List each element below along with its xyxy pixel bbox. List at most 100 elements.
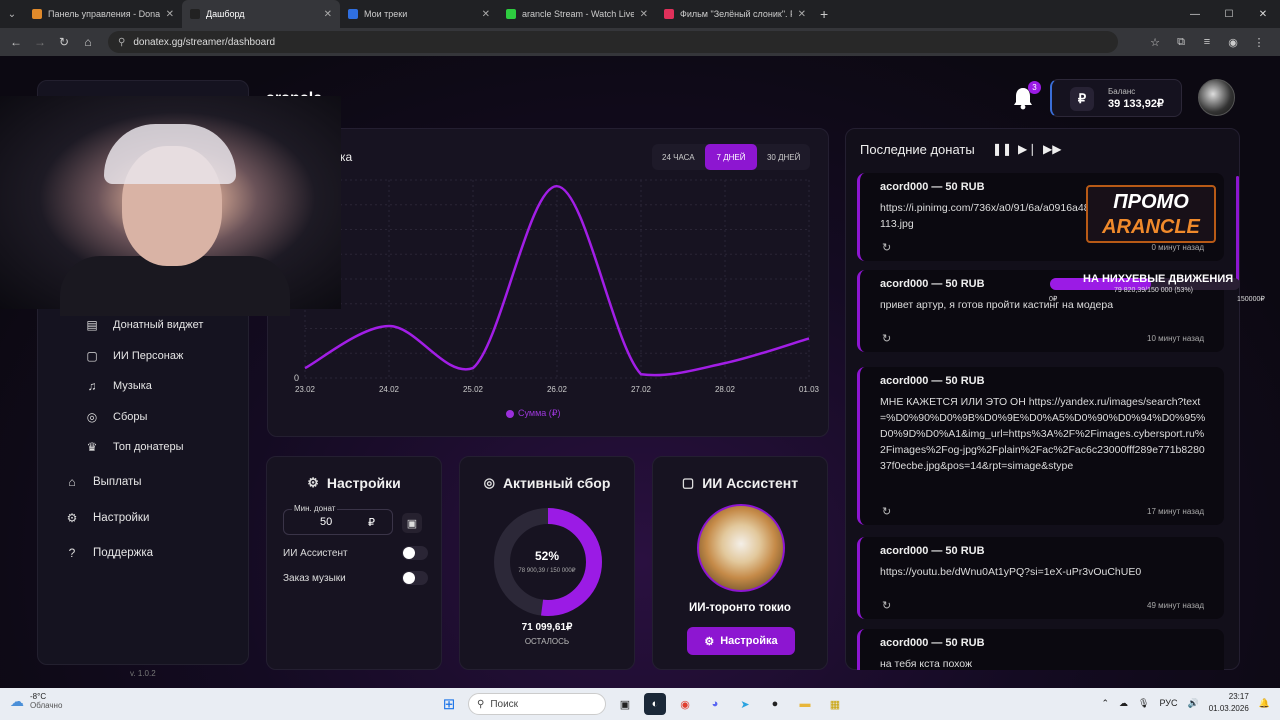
balance-value: 39 133,92₽: [1108, 98, 1164, 110]
trophy-icon: ♛: [86, 440, 98, 454]
goal-progress-text: 79 820,39/150 000 (53%): [1114, 287, 1194, 294]
folder-icon[interactable]: ▬: [794, 693, 816, 715]
telegram-icon[interactable]: ➤: [734, 693, 756, 715]
collection-remaining: 71 099,61₽: [521, 622, 573, 633]
taskview-icon[interactable]: ▣: [614, 693, 636, 715]
tab-close-icon[interactable]: ✕: [798, 9, 806, 20]
browser-tab[interactable]: Мои треки ✕: [340, 0, 498, 28]
donations-title: Последние донаты: [860, 142, 975, 157]
bank-icon: ⌂: [68, 475, 76, 489]
ai-card-title: ИИ Ассистент: [702, 475, 799, 491]
mic-icon[interactable]: 🎙: [1138, 698, 1149, 709]
music-order-toggle[interactable]: [402, 571, 428, 585]
goal-title: НА НИХУЕВЫЕ ДВИЖЕНИЯ: [1083, 273, 1234, 285]
ai-settings-button[interactable]: ⚙ Настройка: [687, 627, 795, 655]
donation-message: https://youtu.be/dWnu0At1yPQ?si=1eX-uPr3…: [880, 566, 1142, 578]
browser-tab[interactable]: Фильм "Зелёный слоник". Реж ✕: [656, 0, 814, 28]
sidebar-item[interactable]: ▢ ИИ Персонаж: [85, 349, 183, 363]
maximize-button[interactable]: ☐: [1212, 9, 1246, 20]
sidebar-main-item[interactable]: ? Поддержка: [65, 546, 153, 560]
range-option[interactable]: 30 ДНЕЙ: [757, 144, 810, 170]
legend-dot: [506, 409, 514, 418]
replay-icon[interactable]: ↻: [882, 599, 891, 612]
tab-close-icon[interactable]: ✕: [324, 9, 332, 20]
fast-forward-icon[interactable]: ▶▶: [1043, 142, 1061, 156]
start-icon[interactable]: ⊞: [438, 693, 460, 715]
range-option[interactable]: 24 ЧАСА: [652, 144, 705, 170]
weather-widget[interactable]: ☁ -8°C Облачно: [10, 692, 62, 710]
replay-icon[interactable]: ↻: [882, 241, 891, 254]
profile-icon[interactable]: ◉: [1220, 36, 1246, 49]
clock-time: 23:17: [1228, 692, 1249, 701]
tray-cloud-icon[interactable]: ☁: [1119, 698, 1128, 709]
sidebar-main-item[interactable]: ⚙ Настройки: [65, 510, 150, 525]
donation-time: 10 минут назад: [1147, 334, 1204, 343]
extensions-icon[interactable]: ⧉: [1168, 36, 1194, 49]
collection-progress: 78 900,39 / 150 000₽: [518, 568, 576, 574]
donation-author: acord000 — 50 RUB: [880, 181, 985, 193]
minimize-button[interactable]: —: [1178, 9, 1212, 20]
min-donation-value[interactable]: 50: [320, 516, 332, 528]
notifications-icon[interactable]: 🔔: [1259, 698, 1270, 709]
steam-icon[interactable]: ◐: [644, 693, 666, 715]
bookmark-star-icon[interactable]: ☆: [1142, 36, 1168, 49]
weather-temp: -8°C: [30, 692, 47, 701]
range-option[interactable]: 7 ДНЕЙ: [704, 144, 758, 170]
tray-lang[interactable]: РУС: [1159, 698, 1177, 708]
tab-list-button[interactable]: ⌄: [0, 0, 24, 28]
browser-tab[interactable]: arancle Stream - Watch Live on ✕: [498, 0, 656, 28]
taskbar-search[interactable]: ⚲ Поиск: [468, 693, 606, 715]
x-tick-label: 24.02: [379, 385, 400, 394]
ai-card-header: ▢ ИИ Ассистент: [653, 475, 827, 491]
sidebar-item-label: Сборы: [113, 410, 148, 423]
sidebar-item[interactable]: ♛ Топ донатеры: [85, 440, 184, 454]
browser-tab[interactable]: Панель управления - Donation ✕: [24, 0, 182, 28]
site-info-icon[interactable]: ⚲: [118, 37, 125, 48]
replay-icon[interactable]: ↻: [882, 505, 891, 518]
gear-icon: ⚙: [66, 510, 78, 525]
donation-author: acord000 — 50 RUB: [880, 637, 985, 649]
discord-icon[interactable]: ◕: [704, 693, 726, 715]
sidebar-item[interactable]: ♫ Музыка: [85, 379, 152, 393]
balance-widget[interactable]: ₽ Баланс 39 133,92₽: [1050, 79, 1182, 117]
replay-icon[interactable]: ↻: [882, 332, 891, 345]
media-icon[interactable]: ≡: [1194, 36, 1220, 49]
sidebar-item[interactable]: ◎ Сборы: [85, 410, 148, 424]
donations-scrollbar[interactable]: [1236, 176, 1239, 286]
pause-icon[interactable]: ❚❚: [992, 142, 1012, 156]
tab-close-icon[interactable]: ✕: [166, 9, 174, 20]
save-icon[interactable]: ▣: [402, 513, 422, 533]
ai-character-name: ИИ-торонто токио: [689, 602, 791, 614]
forward-icon[interactable]: →: [28, 35, 52, 49]
obs-icon[interactable]: ●: [764, 693, 786, 715]
clock[interactable]: 23:17 01.03.2026: [1209, 691, 1249, 715]
donations-list: acord000 — 50 RUB https://i.pinimg.com/73…: [857, 173, 1225, 670]
volume-icon[interactable]: 🔊: [1188, 698, 1199, 709]
close-window-button[interactable]: ✕: [1246, 9, 1280, 20]
tray-chevron-icon[interactable]: ⌃: [1102, 698, 1110, 709]
sidebar-item-label: Донатный виджет: [113, 319, 204, 331]
url-field[interactable]: ⚲ donatex.gg/streamer/dashboard: [108, 31, 1118, 53]
tab-title: Мои треки: [364, 9, 408, 19]
app-icon[interactable]: ▦: [824, 693, 846, 715]
user-avatar[interactable]: [1198, 79, 1235, 116]
min-donation-field[interactable]: Мин. донат 50 ₽: [283, 504, 393, 535]
menu-icon[interactable]: ⋮: [1246, 36, 1272, 49]
tab-favicon: [348, 9, 358, 19]
ai-assistant-toggle[interactable]: [402, 546, 428, 560]
tab-close-icon[interactable]: ✕: [640, 9, 648, 20]
back-icon[interactable]: ←: [4, 35, 28, 49]
sidebar-main-item[interactable]: ⌂ Выплаты: [65, 475, 141, 489]
tab-close-icon[interactable]: ✕: [482, 9, 490, 20]
chart-legend[interactable]: Сумма (₽): [506, 408, 561, 419]
chrome-icon[interactable]: ◉: [674, 693, 696, 715]
clock-date: 01.03.2026: [1208, 704, 1249, 713]
reload-icon[interactable]: ↻: [52, 35, 76, 49]
new-tab-button[interactable]: +: [820, 6, 828, 22]
skip-icon[interactable]: ▶❘: [1018, 142, 1037, 156]
range-selector: 24 ЧАСА 7 ДНЕЙ 30 ДНЕЙ: [652, 144, 810, 170]
sidebar-item[interactable]: ▤ Донатный виджет: [85, 318, 203, 332]
browser-tab[interactable]: Дашборд ✕: [182, 0, 340, 28]
sidebar-item-label: ИИ Персонаж: [113, 349, 184, 362]
home-icon[interactable]: ⌂: [76, 35, 100, 49]
